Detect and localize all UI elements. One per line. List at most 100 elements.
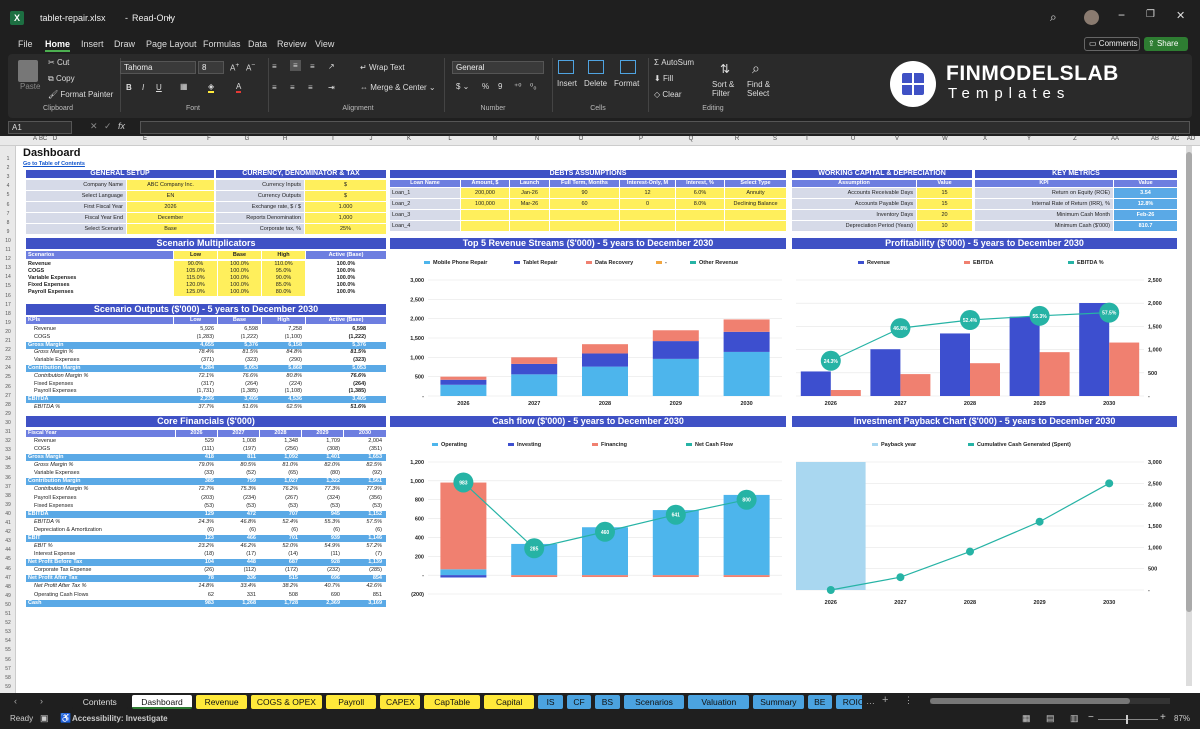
menu-formulas[interactable]: Formulas — [203, 39, 241, 49]
align-top-icon[interactable]: ≡ — [272, 62, 277, 71]
row-header[interactable]: 40 — [0, 511, 16, 517]
avatar[interactable] — [1084, 10, 1099, 25]
currency-setup-value[interactable]: 1.000 — [305, 202, 386, 212]
column-header[interactable]: P — [626, 136, 656, 146]
row-header[interactable]: 22 — [0, 347, 16, 353]
debts-cell[interactable] — [676, 210, 724, 220]
column-header[interactable]: X — [970, 136, 1000, 146]
align-middle-icon[interactable]: ≡ — [290, 60, 301, 71]
page-break-view-icon[interactable]: ▥ — [1070, 713, 1079, 724]
menu-view[interactable]: View — [315, 39, 334, 49]
tab-scenarios[interactable]: Scenarios — [623, 695, 685, 709]
debts-cell[interactable]: Annuity — [725, 188, 786, 198]
row-header[interactable]: 50 — [0, 602, 16, 608]
column-header[interactable]: J — [356, 136, 386, 146]
tab-valuation[interactable]: Valuation — [688, 695, 750, 709]
column-header[interactable]: G — [232, 136, 262, 146]
tab-capex[interactable]: CAPEX — [380, 695, 421, 709]
general-setup-value[interactable]: EN — [127, 191, 214, 201]
menu-review[interactable]: Review — [277, 39, 307, 49]
row-header[interactable]: 58 — [0, 675, 16, 681]
debts-cell[interactable]: Mar-26 — [510, 199, 549, 209]
comma-icon[interactable]: 9 — [498, 82, 502, 91]
row-header[interactable]: 5 — [0, 192, 16, 198]
debts-cell[interactable] — [676, 221, 724, 231]
row-header[interactable]: 43 — [0, 538, 16, 544]
column-header[interactable]: E — [130, 136, 160, 146]
menu-data[interactable]: Data — [248, 39, 267, 49]
name-box[interactable]: A1 — [8, 121, 72, 134]
page-layout-view-icon[interactable]: ▤ — [1046, 713, 1055, 724]
wc-value[interactable]: 10 — [917, 221, 972, 231]
macro-record-icon[interactable]: ▣ — [40, 713, 49, 724]
row-header[interactable]: 55 — [0, 647, 16, 653]
scenario-mult-cell[interactable]: 120.0% — [174, 282, 217, 289]
row-header[interactable]: 31 — [0, 429, 16, 435]
debts-cell[interactable] — [620, 221, 675, 231]
row-header[interactable]: 19 — [0, 320, 16, 326]
row-header[interactable]: 2 — [0, 165, 16, 171]
general-setup-value[interactable]: 2026 — [127, 202, 214, 212]
row-header[interactable]: 26 — [0, 384, 16, 390]
column-header[interactable]: F — [194, 136, 224, 146]
row-header[interactable]: 42 — [0, 529, 16, 535]
row-header[interactable]: 52 — [0, 620, 16, 626]
bold-icon[interactable]: B — [126, 83, 132, 92]
comments-button[interactable]: ▭ Comments — [1084, 37, 1140, 51]
menu-draw[interactable]: Draw — [114, 39, 135, 49]
column-header[interactable]: R — [722, 136, 752, 146]
debts-cell[interactable]: 60 — [550, 199, 619, 209]
row-header[interactable]: 15 — [0, 283, 16, 289]
general-setup-value[interactable]: December — [127, 213, 214, 223]
scenario-mult-cell[interactable]: 100.0% — [218, 275, 261, 282]
currency-setup-value[interactable]: 25% — [305, 224, 386, 234]
row-header[interactable]: 45 — [0, 556, 16, 562]
add-sheet-icon[interactable]: + — [882, 694, 888, 706]
search-icon[interactable]: ⌕ — [1050, 10, 1057, 25]
row-header[interactable]: 38 — [0, 493, 16, 499]
autosum-button[interactable]: Σ AutoSum — [654, 58, 694, 67]
debts-cell[interactable] — [510, 221, 549, 231]
general-setup-value[interactable]: Base — [127, 224, 214, 234]
debts-cell[interactable] — [725, 210, 786, 220]
tab-be[interactable]: BE — [807, 695, 832, 709]
scenario-mult-cell[interactable]: 90.0% — [262, 275, 305, 282]
percent-icon[interactable]: % — [482, 82, 489, 91]
debts-cell[interactable]: 6.0% — [676, 188, 724, 198]
zoom-level[interactable]: 87% — [1174, 714, 1190, 723]
tab-scroll-right-icon[interactable]: › — [40, 696, 43, 706]
menu-file[interactable]: File — [18, 39, 33, 49]
row-header[interactable]: 46 — [0, 566, 16, 572]
column-header[interactable]: D — [40, 136, 70, 146]
enter-icon[interactable]: ✓ — [104, 121, 112, 132]
column-header[interactable]: Y — [1014, 136, 1044, 146]
row-header[interactable]: 39 — [0, 502, 16, 508]
tab-payroll[interactable]: Payroll — [326, 695, 377, 709]
tab-contents[interactable]: Contents — [72, 695, 128, 709]
column-header[interactable]: L — [435, 136, 465, 146]
scenario-mult-cell[interactable]: 100.0% — [218, 268, 261, 275]
fill-color-icon[interactable]: ◈ — [208, 82, 215, 93]
accessibility-icon[interactable]: ♿ — [60, 713, 71, 724]
debts-cell[interactable]: 90 — [550, 188, 619, 198]
delete-icon[interactable] — [588, 60, 604, 74]
row-header[interactable]: 35 — [0, 465, 16, 471]
menu-page-layout[interactable]: Page Layout — [146, 39, 197, 49]
paste-button[interactable]: Paste — [20, 82, 40, 91]
format-icon[interactable] — [620, 60, 636, 74]
normal-view-icon[interactable]: ▦ — [1022, 713, 1031, 724]
tab-captable[interactable]: CapTable — [424, 695, 480, 709]
row-header[interactable]: 25 — [0, 374, 16, 380]
zoom-slider[interactable] — [1098, 715, 1158, 724]
tab-bs[interactable]: BS — [595, 695, 620, 709]
tab-dashboard[interactable]: Dashboard — [131, 695, 193, 709]
row-header[interactable]: 48 — [0, 584, 16, 590]
currency-setup-value[interactable]: 1,000 — [305, 213, 386, 223]
row-header[interactable]: 10 — [0, 238, 16, 244]
wc-value[interactable]: 20 — [917, 210, 972, 220]
row-header[interactable]: 20 — [0, 329, 16, 335]
column-header[interactable]: AA — [1100, 136, 1130, 146]
debts-cell[interactable] — [461, 221, 509, 231]
row-header[interactable]: 53 — [0, 629, 16, 635]
copy-button[interactable]: ⧉ Copy — [48, 74, 75, 84]
